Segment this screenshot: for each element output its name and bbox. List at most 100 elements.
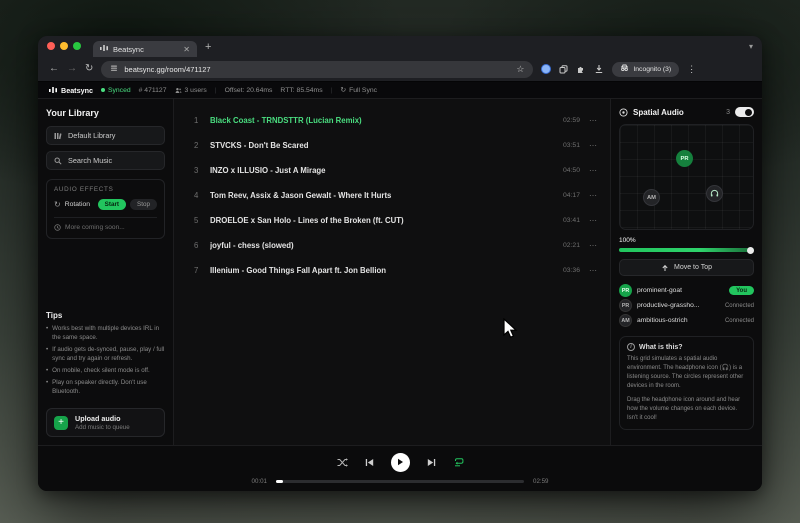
track-menu-icon[interactable]: ⋯ xyxy=(589,266,598,275)
track-menu-icon[interactable]: ⋯ xyxy=(589,141,598,150)
upload-title: Upload audio xyxy=(75,414,130,423)
track-row[interactable]: 3 INZO x ILLUSIO - Just A Mirage 04:50 ⋯ xyxy=(194,158,598,183)
window-controls xyxy=(47,36,81,57)
track-number: 3 xyxy=(194,166,210,175)
track-menu-icon[interactable]: ⋯ xyxy=(589,216,598,225)
rotation-stop-button[interactable]: Stop xyxy=(130,199,157,210)
track-title: joyful - chess (slowed) xyxy=(210,241,563,250)
volume-percent: 100% xyxy=(619,237,754,244)
search-music-button[interactable]: Search Music xyxy=(46,151,165,170)
full-sync-icon: ↻ xyxy=(340,86,346,94)
reload-button[interactable]: ↻ xyxy=(85,64,93,74)
user-name: prominent-goat xyxy=(637,287,724,294)
user-avatar: PR xyxy=(619,299,632,312)
new-tab-button[interactable]: + xyxy=(205,41,211,53)
beatsync-logo-icon xyxy=(49,86,57,94)
track-duration: 03:36 xyxy=(563,267,580,274)
tab-beatsync[interactable]: Beatsync ✕ xyxy=(93,41,197,57)
spatial-grid[interactable]: PR AM xyxy=(619,124,754,230)
track-row[interactable]: 1 Black Coast - TRNDSTTR (Lucian Remix) … xyxy=(194,108,598,133)
seek-bar[interactable] xyxy=(276,480,524,483)
extensions-puzzle-icon[interactable] xyxy=(576,64,586,74)
rotation-start-button[interactable]: Start xyxy=(98,199,126,210)
back-button[interactable]: ← xyxy=(49,64,59,74)
tab-close-icon[interactable]: ✕ xyxy=(183,45,190,54)
track-menu-icon[interactable]: ⋯ xyxy=(589,116,598,125)
tips-list: •Works best with multiple devices IRL in… xyxy=(46,325,165,397)
audio-effects-panel: AUDIO EFFECTS ↻ Rotation Start Stop More… xyxy=(46,179,165,239)
offset-stat: Offset: 20.64ms xyxy=(225,87,273,94)
user-avatar: AM xyxy=(619,314,632,327)
beatsync-favicon xyxy=(100,44,108,54)
spatial-node-device[interactable]: AM xyxy=(643,189,660,206)
move-to-top-button[interactable]: Move to Top xyxy=(619,259,754,276)
minimize-window-button[interactable] xyxy=(60,42,68,50)
user-status-badge: Connected xyxy=(725,318,754,324)
url-text: beatsync.gg/room/471127 xyxy=(124,65,510,74)
copy-icon[interactable] xyxy=(559,65,568,74)
next-track-button[interactable] xyxy=(427,458,436,467)
forward-button[interactable]: → xyxy=(67,64,77,74)
track-row[interactable]: 6 joyful - chess (slowed) 02:21 ⋯ xyxy=(194,233,598,258)
track-title: INZO x ILLUSIO - Just A Mirage xyxy=(210,166,563,175)
track-duration: 04:17 xyxy=(563,192,580,199)
spatial-audio-panel: Spatial Audio 3 PR AM 100% Move to Top xyxy=(610,99,762,445)
browser-menu-icon[interactable]: ⋮ xyxy=(687,64,696,75)
track-number: 6 xyxy=(194,241,210,250)
move-up-icon xyxy=(661,264,669,272)
track-queue: 1 Black Coast - TRNDSTTR (Lucian Remix) … xyxy=(174,99,610,445)
default-library-button[interactable]: Default Library xyxy=(46,126,165,145)
spatial-user-row[interactable]: PR productive-grassho... Connected xyxy=(619,298,754,313)
info-title: What is this? xyxy=(639,344,683,351)
track-menu-icon[interactable]: ⋯ xyxy=(589,191,598,200)
user-name: productive-grassho... xyxy=(637,302,720,309)
profile-icon[interactable] xyxy=(541,64,551,74)
play-icon xyxy=(396,458,404,466)
track-row[interactable]: 7 Illenium - Good Things Fall Apart ft. … xyxy=(194,258,598,283)
info-icon: i xyxy=(627,343,635,351)
close-window-button[interactable] xyxy=(47,42,55,50)
track-duration: 02:21 xyxy=(563,242,580,249)
play-pause-button[interactable] xyxy=(391,453,410,472)
spatial-audio-toggle[interactable] xyxy=(735,107,754,117)
browser-window: Beatsync ✕ + ▾ ← → ↻ beatsync.gg/room/47… xyxy=(38,36,762,491)
track-title: DROELOE x San Holo - Lines of the Broken… xyxy=(210,216,563,225)
url-field[interactable]: beatsync.gg/room/471127 ☆ xyxy=(101,61,533,78)
full-sync-button[interactable]: ↻ Full Sync xyxy=(340,86,377,94)
track-duration: 03:51 xyxy=(563,142,580,149)
plus-icon: + xyxy=(54,416,68,430)
user-count: 3 users xyxy=(175,87,207,94)
track-number: 2 xyxy=(194,141,210,150)
track-row[interactable]: 4 Tom Reev, Assix & Jason Gewalt - Where… xyxy=(194,183,598,208)
volume-slider[interactable] xyxy=(619,248,754,252)
spatial-user-row[interactable]: AM ambitious-ostrich Connected xyxy=(619,313,754,328)
tab-search-chevron-icon[interactable]: ▾ xyxy=(749,42,753,51)
site-info-icon[interactable] xyxy=(110,64,118,74)
spatial-user-row[interactable]: PR prominent-goat You xyxy=(619,283,754,298)
tips-title: Tips xyxy=(46,311,165,320)
spatial-node-count: 3 xyxy=(726,109,730,116)
zoom-window-button[interactable] xyxy=(73,42,81,50)
track-duration: 04:50 xyxy=(563,167,580,174)
spatial-listener-headphone-icon[interactable] xyxy=(706,185,723,202)
user-name: ambitious-ostrich xyxy=(637,317,720,324)
previous-track-button[interactable] xyxy=(365,458,374,467)
total-time: 02:59 xyxy=(533,478,548,485)
download-icon[interactable] xyxy=(594,64,604,74)
track-number: 4 xyxy=(194,191,210,200)
track-title: Tom Reev, Assix & Jason Gewalt - Where I… xyxy=(210,191,563,200)
room-id[interactable]: # 471127 xyxy=(139,87,167,94)
repeat-button[interactable] xyxy=(453,458,464,467)
spatial-audio-icon xyxy=(619,108,628,117)
spatial-node-self[interactable]: PR xyxy=(676,150,693,167)
incognito-icon xyxy=(620,64,629,74)
track-row[interactable]: 2 STVCKS - Don't Be Scared 03:51 ⋯ xyxy=(194,133,598,158)
bookmark-star-icon[interactable]: ☆ xyxy=(516,64,524,75)
track-row[interactable]: 5 DROELOE x San Holo - Lines of the Brok… xyxy=(194,208,598,233)
search-icon xyxy=(54,157,62,165)
shuffle-button[interactable] xyxy=(337,458,348,467)
upload-audio-button[interactable]: + Upload audio Add music to queue xyxy=(46,408,165,437)
track-menu-icon[interactable]: ⋯ xyxy=(589,166,598,175)
incognito-badge[interactable]: Incognito (3) xyxy=(612,62,679,77)
track-menu-icon[interactable]: ⋯ xyxy=(589,241,598,250)
